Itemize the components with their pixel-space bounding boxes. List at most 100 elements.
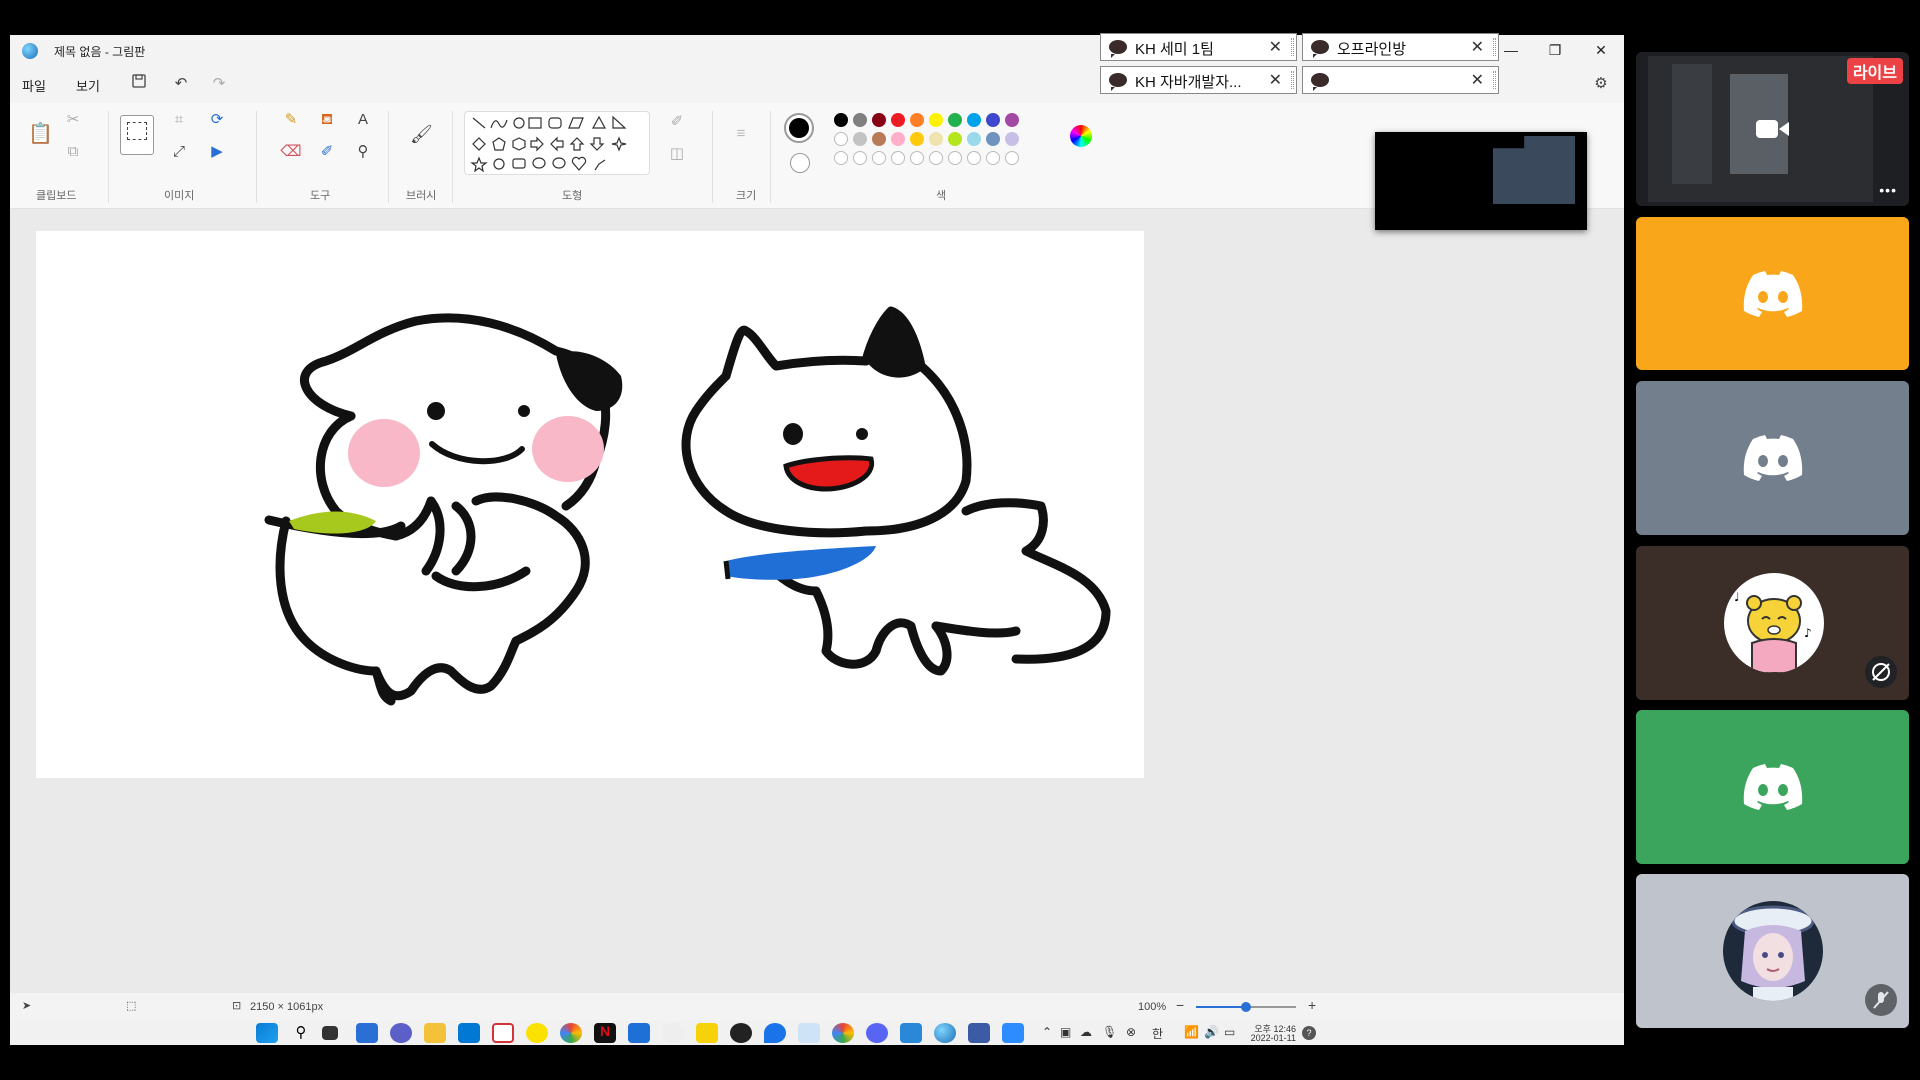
flip-icon[interactable]: ▶	[206, 141, 228, 163]
zoom-slider-thumb[interactable]	[1241, 1002, 1251, 1012]
color-swatch[interactable]	[853, 113, 867, 127]
color-swatch[interactable]	[834, 132, 848, 146]
color-swatch[interactable]	[929, 113, 943, 127]
tile-screen-share[interactable]: 라이브 •••	[1636, 52, 1909, 206]
custom-color-slot[interactable]	[929, 151, 943, 165]
chat-tab-1[interactable]: KH 세미 1팀 ✕	[1100, 33, 1297, 61]
chat-tab-4[interactable]: ✕	[1302, 66, 1499, 94]
tray-overflow-icon[interactable]: ⌃	[1042, 1025, 1052, 1039]
search-icon[interactable]: ⚲	[290, 1023, 312, 1043]
close-icon[interactable]: ✕	[1269, 70, 1282, 90]
custom-color-slot[interactable]	[948, 151, 962, 165]
tile-participant[interactable]	[1636, 217, 1909, 370]
tile-participant[interactable]: ♩ ♪	[1636, 546, 1909, 700]
itunes-icon[interactable]	[662, 1023, 684, 1043]
line-size-icon[interactable]: ≡	[730, 123, 752, 145]
drive-icon[interactable]	[798, 1023, 820, 1043]
save-icon[interactable]	[128, 73, 150, 95]
color-swatch[interactable]	[1005, 113, 1019, 127]
brush-icon[interactable]: 🖌	[410, 123, 433, 145]
app-icon[interactable]	[968, 1023, 990, 1043]
undo-icon[interactable]: ↶	[170, 73, 192, 95]
edit-colors-icon[interactable]	[1070, 125, 1092, 147]
resize-icon[interactable]: ⤢	[168, 141, 190, 163]
magnifier-icon[interactable]: ⚲	[352, 141, 374, 163]
chat-tab-3[interactable]: KH 자바개발자... ✕	[1100, 66, 1297, 94]
screen-share-thumbnail[interactable]	[1375, 132, 1587, 230]
kakaotalk-icon[interactable]	[526, 1023, 548, 1043]
color-swatch[interactable]	[967, 113, 981, 127]
fill-style-icon[interactable]: ◫	[666, 143, 688, 165]
custom-color-slot[interactable]	[891, 151, 905, 165]
color-swatch[interactable]	[948, 132, 962, 146]
clock-date[interactable]: 2022-01-11	[1246, 1033, 1296, 1043]
tile-participant[interactable]	[1636, 381, 1909, 535]
restore-button[interactable]: ❐	[1538, 39, 1572, 61]
tray-close-icon[interactable]: ⊗	[1126, 1025, 1136, 1039]
secondary-color[interactable]	[790, 153, 810, 173]
mic-icon[interactable]: 🎙	[1102, 1025, 1117, 1039]
color-swatch[interactable]	[1005, 132, 1019, 146]
tray-app-icon[interactable]: ▣	[1060, 1025, 1071, 1039]
mail-icon[interactable]	[458, 1023, 480, 1043]
crop-icon[interactable]: ⌗	[168, 109, 190, 131]
color-swatch[interactable]	[948, 113, 962, 127]
close-icon[interactable]: ✕	[1269, 37, 1282, 57]
color-swatch[interactable]	[986, 113, 1000, 127]
settings-icon[interactable]: ⚙	[1590, 73, 1612, 95]
color-swatch[interactable]	[967, 132, 981, 146]
cut-icon[interactable]: ✂	[62, 109, 84, 131]
custom-color-slot[interactable]	[1005, 151, 1019, 165]
color-swatch[interactable]	[910, 132, 924, 146]
ime-indicator[interactable]: 한	[1152, 1025, 1163, 1042]
redo-icon[interactable]: ↷	[208, 73, 230, 95]
custom-color-slot[interactable]	[967, 151, 981, 165]
grip-icon[interactable]	[1493, 71, 1496, 89]
fill-icon[interactable]: ⛾	[316, 109, 338, 131]
notepad-icon[interactable]	[900, 1023, 922, 1043]
netflix-icon[interactable]: N	[594, 1023, 616, 1043]
volume-icon[interactable]: 🔊	[1204, 1025, 1219, 1039]
zoom-out-button[interactable]: −	[1176, 997, 1184, 1013]
custom-color-slot[interactable]	[853, 151, 867, 165]
color-picker-icon[interactable]: ✐	[316, 141, 338, 163]
grip-icon[interactable]	[1291, 38, 1294, 56]
calendar-icon[interactable]	[628, 1023, 650, 1043]
zoom-in-button[interactable]: +	[1308, 997, 1316, 1013]
text-icon[interactable]: A	[352, 109, 374, 131]
more-options-icon[interactable]: •••	[1879, 182, 1897, 198]
explorer-icon[interactable]	[424, 1023, 446, 1043]
chat-icon[interactable]	[390, 1023, 412, 1043]
maps-icon[interactable]	[764, 1023, 786, 1043]
pencil-icon[interactable]: ✎	[280, 109, 302, 131]
battery-icon[interactable]: ▭	[1224, 1025, 1235, 1039]
close-icon[interactable]: ✕	[1471, 37, 1484, 57]
primary-color[interactable]	[784, 113, 814, 143]
sync-app-icon[interactable]	[492, 1023, 514, 1043]
chrome-icon[interactable]	[560, 1023, 582, 1043]
zoom-slider-track[interactable]	[1196, 1002, 1296, 1012]
minimize-button[interactable]: —	[1494, 39, 1528, 61]
grip-icon[interactable]	[1493, 38, 1496, 56]
select-tool[interactable]	[120, 115, 154, 155]
help-icon[interactable]: ?	[1302, 1026, 1316, 1040]
chrome-profile-icon[interactable]	[832, 1023, 854, 1043]
discord-icon[interactable]	[866, 1023, 888, 1043]
outline-icon[interactable]: ✐	[666, 111, 688, 133]
color-swatch[interactable]	[853, 132, 867, 146]
custom-color-slot[interactable]	[872, 151, 886, 165]
color-swatch[interactable]	[891, 113, 905, 127]
wifi-icon[interactable]: 📶	[1184, 1025, 1199, 1039]
custom-color-slot[interactable]	[986, 151, 1000, 165]
color-swatch[interactable]	[929, 132, 943, 146]
tile-participant[interactable]	[1636, 874, 1909, 1028]
zoom-app-icon[interactable]	[1002, 1023, 1024, 1043]
tile-participant[interactable]	[1636, 710, 1909, 864]
color-swatch[interactable]	[872, 132, 886, 146]
shapes-gallery[interactable]	[464, 111, 650, 175]
custom-color-slot[interactable]	[834, 151, 848, 165]
widgets-icon[interactable]	[356, 1023, 378, 1043]
color-swatch[interactable]	[910, 113, 924, 127]
paint-icon[interactable]	[934, 1023, 956, 1043]
sticky-notes-icon[interactable]	[696, 1023, 718, 1043]
